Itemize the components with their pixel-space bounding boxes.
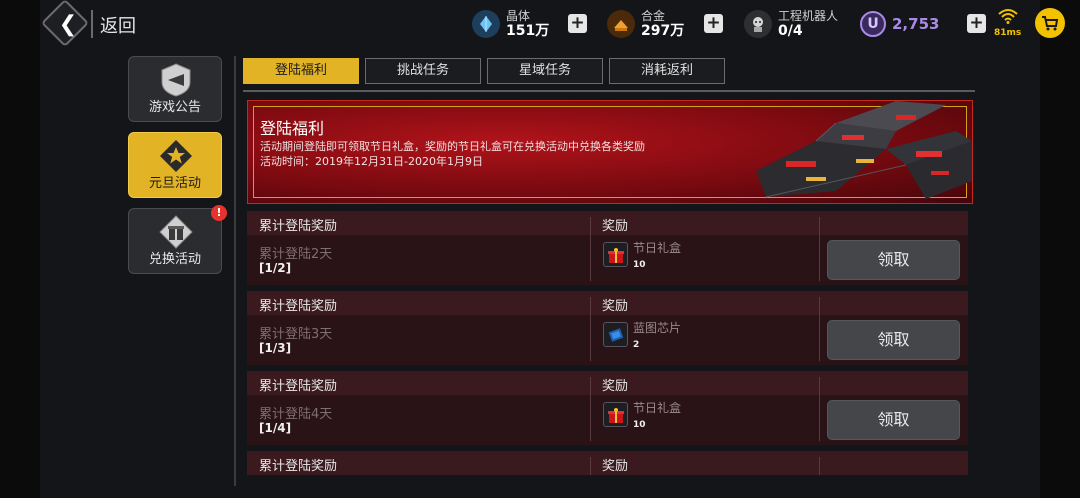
reward-row: 累计登陆奖励 奖励 累计登陆2天 [1/2] 节日礼盒 10 领取 (247, 211, 968, 285)
reward-item-name: 蓝图芯片 (633, 321, 682, 335)
crystal-resource: 晶体 151万 (472, 6, 549, 42)
column-separator (819, 457, 820, 475)
tab-bar: 登陆福利 挑战任务 星域任务 消耗返利 (243, 58, 725, 84)
robot-resource: 工程机器人 0/4 (744, 6, 838, 42)
tab-star-domain-tasks[interactable]: 星域任务 (487, 58, 603, 84)
crystal-icon (472, 10, 500, 38)
row-reward-label: 奖励 (602, 299, 629, 314)
tab-challenge-tasks[interactable]: 挑战任务 (365, 58, 481, 84)
reward-item-count: 10 (633, 260, 646, 270)
nav-divider (234, 56, 236, 486)
banner-title: 登陆福利 (260, 119, 325, 138)
back-label[interactable]: 返回 (100, 12, 136, 38)
robot-value: 0/4 (778, 23, 803, 39)
column-separator (819, 297, 820, 361)
reward-item-count: 10 (633, 420, 646, 430)
robot-name: 工程机器人 (778, 9, 839, 23)
row-header-label: 累计登陆奖励 (259, 379, 338, 394)
claim-button[interactable]: 领取 (827, 400, 960, 440)
spaceship-illustration (756, 101, 972, 199)
coin-value: 2,753 (892, 15, 940, 33)
blueprint-chip-icon[interactable] (603, 322, 628, 347)
crystal-value: 151万 (506, 23, 550, 39)
u-coin-icon: U (860, 11, 886, 37)
banner-time: 活动时间：2019年12月31日-2020年1月9日 (260, 155, 483, 168)
cart-icon[interactable] (1035, 8, 1065, 38)
column-separator (590, 297, 591, 361)
banner-description: 活动期间登陆即可领取节日礼盒，奖励的节日礼盒可在兑换活动中兑换各类奖励 (260, 140, 645, 153)
robot-icon (744, 10, 772, 38)
coin-resource: U 2,753 (860, 6, 939, 42)
tabs-underline (243, 90, 975, 92)
title-separator (91, 10, 93, 38)
announcement-icon (158, 62, 194, 98)
row-condition: 累计登陆4天 (259, 407, 333, 422)
row-condition: 累计登陆3天 (259, 327, 333, 342)
top-bar: ❮ 返回 晶体 151万 + 合金 297万 + 工程机器人 0/4 U 2,7… (40, 0, 1065, 50)
column-separator (590, 377, 591, 441)
wifi-icon (997, 9, 1018, 24)
row-header-label: 累计登陆奖励 (259, 219, 338, 234)
claim-button[interactable]: 领取 (827, 240, 960, 280)
add-crystal-button[interactable]: + (568, 14, 587, 33)
column-separator (590, 217, 591, 281)
network-status: 81ms (994, 8, 1021, 38)
column-separator (590, 457, 591, 475)
row-progress: [1/2] (259, 261, 292, 275)
reward-item-name: 节日礼盒 (633, 401, 682, 415)
row-reward-label: 奖励 (602, 219, 629, 234)
nav-item-new-year-event[interactable]: 元旦活动 (128, 132, 222, 198)
reward-row: 累计登陆奖励 奖励 累计登陆3天 [1/3] 蓝图芯片 2 领取 (247, 291, 968, 365)
reward-item-count: 2 (633, 340, 640, 350)
notification-badge: ! (211, 205, 227, 221)
reward-row: 累计登陆奖励 奖励 累计登陆4天 [1/4] 节日礼盒 10 领取 (247, 371, 968, 445)
add-coin-button[interactable]: + (967, 14, 986, 33)
row-progress: [1/3] (259, 341, 292, 355)
alloy-icon (607, 10, 635, 38)
left-edge (0, 0, 40, 498)
tab-login-bonus[interactable]: 登陆福利 (243, 58, 359, 84)
tab-spending-rebate[interactable]: 消耗返利 (609, 58, 725, 84)
row-reward-label: 奖励 (602, 459, 629, 474)
gift-box-icon[interactable] (603, 402, 628, 427)
nav-item-announcement[interactable]: 游戏公告 (128, 56, 222, 122)
alloy-name: 合金 (641, 9, 666, 23)
column-separator (819, 377, 820, 441)
claim-button[interactable]: 领取 (827, 320, 960, 360)
alloy-value: 297万 (641, 23, 685, 39)
reward-item-name: 节日礼盒 (633, 241, 682, 255)
crystal-name: 晶体 (506, 9, 531, 23)
column-separator (819, 217, 820, 281)
gift-box-icon[interactable] (603, 242, 628, 267)
nav-label-new-year-event: 元旦活动 (148, 176, 201, 191)
right-edge (1040, 0, 1080, 498)
add-alloy-button[interactable]: + (704, 14, 723, 33)
side-nav: 游戏公告 元旦活动 兑换活动 ! (128, 56, 227, 284)
event-banner: 登陆福利 活动期间登陆即可领取节日礼盒，奖励的节日礼盒可在兑换活动中兑换各类奖励… (247, 100, 973, 204)
nav-label-exchange: 兑换活动 (148, 252, 201, 267)
nav-item-exchange[interactable]: 兑换活动 ! (128, 205, 227, 274)
gift-exchange-icon (158, 214, 194, 250)
ping-value: 81ms (994, 28, 1022, 38)
chevron-left-icon[interactable]: ❮ (54, 10, 82, 38)
nav-label-announcement: 游戏公告 (148, 100, 201, 115)
row-reward-label: 奖励 (602, 379, 629, 394)
star-badge-icon (158, 138, 194, 174)
reward-row-partial: 累计登陆奖励 奖励 (247, 451, 968, 475)
row-header-label: 累计登陆奖励 (259, 459, 338, 474)
alloy-resource: 合金 297万 (607, 6, 684, 42)
row-progress: [1/4] (259, 421, 292, 435)
row-header-label: 累计登陆奖励 (259, 299, 338, 314)
row-condition: 累计登陆2天 (259, 247, 333, 262)
